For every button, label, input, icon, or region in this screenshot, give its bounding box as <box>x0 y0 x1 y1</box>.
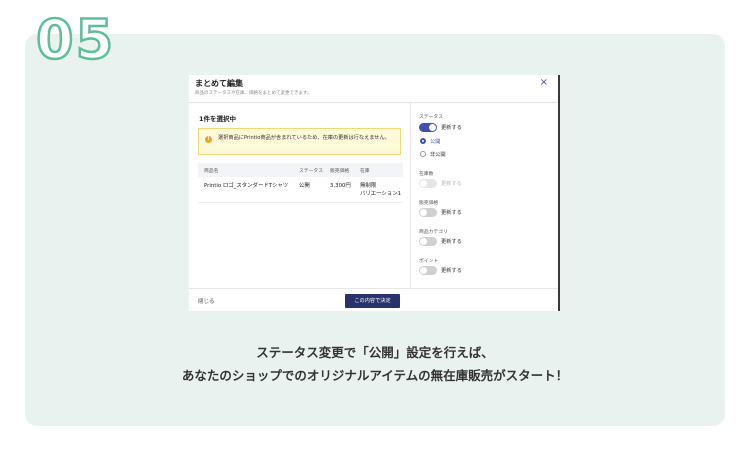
column-header-price: 販売価格 <box>330 169 350 174</box>
status-public-radio[interactable] <box>420 138 426 144</box>
status-private-label: 非公開 <box>430 152 446 158</box>
header-divider <box>189 102 558 103</box>
category-toggle-label: 更新する <box>441 239 462 245</box>
modal-subtitle: 商品のステータスや在庫、価格をまとめて変更できます。 <box>195 91 312 96</box>
close-icon[interactable]: × <box>540 77 548 88</box>
apply-button[interactable]: この内容で決定 <box>345 294 400 308</box>
product-status: 公開 <box>299 183 310 189</box>
column-header-name: 商品名 <box>204 169 219 174</box>
caption-line-1: ステータス変更で「公開」設定を行えば、 <box>256 345 494 360</box>
point-section-label: ポイント <box>419 259 439 264</box>
caption-line-2: あなたのショップでのオリジナルアイテムの無在庫販売がスタート！ <box>181 368 569 383</box>
status-private-radio[interactable] <box>420 151 426 157</box>
status-update-toggle[interactable] <box>419 123 437 132</box>
footer-divider <box>189 288 558 289</box>
price-update-toggle[interactable] <box>419 208 437 217</box>
bulk-edit-modal: まとめて編集 商品のステータスや在庫、価格をまとめて変更できます。 × 1件を選… <box>189 75 560 311</box>
stock-update-toggle <box>419 179 437 188</box>
table-header: 商品名 ステータス 販売価格 在庫 <box>198 163 403 177</box>
product-stock: 無制限 <box>360 183 377 189</box>
category-section-label: 商品カテゴリ <box>419 230 448 235</box>
warning-text: 選択商品にPrintio商品が含まれているため、在庫の更新は行なえません。 <box>218 135 390 141</box>
column-header-stock: 在庫 <box>360 169 370 174</box>
column-header-status: ステータス <box>299 169 323 174</box>
warning-icon: ! <box>205 136 212 143</box>
product-price: 3,300円 <box>330 183 351 189</box>
row-divider <box>198 202 403 203</box>
panel-divider <box>410 103 411 289</box>
product-name: Printio ロゴ_スタンダードTシャツ <box>204 183 289 189</box>
modal-title: まとめて編集 <box>195 79 243 88</box>
status-public-label: 公開 <box>430 139 441 145</box>
product-variation: バリエーション1 <box>360 191 402 197</box>
point-toggle-label: 更新する <box>441 268 462 274</box>
category-update-toggle[interactable] <box>419 237 437 246</box>
selected-count: 1件を選択中 <box>199 115 237 123</box>
stock-toggle-label: 更新する <box>441 181 462 187</box>
close-button[interactable]: 閉じる <box>198 297 215 305</box>
price-toggle-label: 更新する <box>441 210 462 216</box>
warning-banner: ! 選択商品にPrintio商品が含まれているため、在庫の更新は行なえません。 <box>198 128 401 155</box>
step-number: 05 <box>35 8 116 71</box>
price-section-label: 販売価格 <box>419 201 439 206</box>
status-section-label: ステータス <box>419 115 443 120</box>
point-update-toggle[interactable] <box>419 266 437 275</box>
status-toggle-label: 更新する <box>441 125 462 131</box>
stock-section-label: 在庫数 <box>419 172 434 177</box>
